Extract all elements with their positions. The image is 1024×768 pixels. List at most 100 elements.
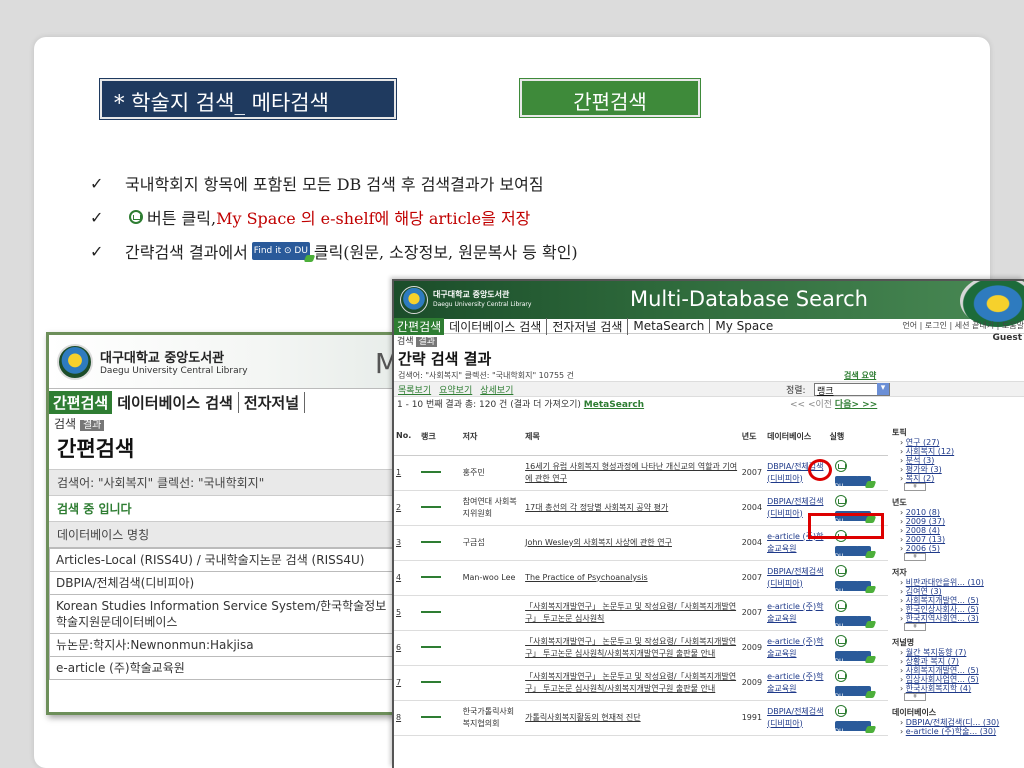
title-link[interactable]: 17대 총선의 각 정당별 사회복지 공약 평가	[523, 490, 740, 526]
utility-links[interactable]: 언어 | 로그인 | 세션 끝내기 | 도움말	[902, 320, 1024, 331]
facet-link[interactable]: 2007 (13)	[906, 535, 945, 544]
facet-link[interactable]: 복지 (2)	[906, 474, 935, 483]
page-title: 간략 검색 결과	[398, 350, 492, 368]
database-link[interactable]: e-article (주)학술교육원	[765, 595, 828, 631]
search-summary-link[interactable]: 검색 요약	[844, 370, 876, 381]
facet-item[interactable]: › 비판과대안을위... (10)	[892, 578, 1024, 587]
facet-link[interactable]: 2008 (4)	[906, 526, 940, 535]
facet-link[interactable]: 2010 (8)	[906, 508, 940, 517]
title-link[interactable]: 가톨릭사회복지활동의 현재적 진단	[523, 700, 740, 736]
find-it-button[interactable]: Find it ⊙ DU	[834, 716, 871, 735]
tab-simple-search[interactable]: 간편검색	[394, 317, 445, 335]
facet-link[interactable]: 비판과대안을위... (10)	[906, 578, 984, 587]
title-link[interactable]: 「사회복지개발연구」 논문투고 및 작성요령/「사회복지개발연구」 투고논문 심…	[523, 595, 740, 631]
row-number[interactable]: 4	[394, 560, 419, 596]
find-it-button[interactable]: Find it ⊙ DU	[834, 646, 871, 665]
database-link[interactable]: e-article (주)학술교육원	[765, 665, 828, 701]
facet-link[interactable]: 한국인상사회사... (5)	[906, 605, 979, 614]
sub-search-link[interactable]: 검색	[397, 337, 414, 347]
facet-item[interactable]: › 분석 (3)	[892, 456, 1024, 465]
facet-item[interactable]: › 임상사회사업연... (5)	[892, 675, 1024, 684]
facet-item[interactable]: › 사회복지개발연... (5)	[892, 666, 1024, 675]
facet-link[interactable]: 김여연 (3)	[906, 587, 942, 596]
facet-link[interactable]: 월간 복지동향 (7)	[906, 648, 967, 657]
facet-item[interactable]: › 월간 복지동향 (7)	[892, 648, 1024, 657]
sort-select[interactable]: 랭크	[814, 383, 890, 397]
facet-link[interactable]: 2006 (5)	[906, 544, 940, 553]
facet-item[interactable]: › 한국지역사회연... (3)	[892, 614, 1024, 623]
sub-result-link[interactable]: 결과	[416, 337, 437, 347]
tab-database-search[interactable]: 데이터베이스 검색	[444, 317, 548, 335]
facet-item[interactable]: › 한국사회복지학 (4)	[892, 684, 1024, 693]
facet-item[interactable]: › 연구 (27)	[892, 438, 1024, 447]
facet-item[interactable]: › 상황과 복지 (7)	[892, 657, 1024, 666]
facet-item[interactable]: › 2010 (8)	[892, 508, 1024, 517]
sub-result-link[interactable]: 결과	[79, 420, 105, 431]
facet-more-button[interactable]: ¥	[904, 623, 926, 631]
find-it-button[interactable]: Find it ⊙ DU	[834, 611, 871, 630]
facet-item[interactable]: › 사회복지개발연... (5)	[892, 596, 1024, 605]
facet-link[interactable]: 분석 (3)	[906, 456, 935, 465]
facet-item[interactable]: › 복지 (2)	[892, 474, 1024, 483]
tab-ejournal-search[interactable]: 전자저널 검색	[547, 317, 629, 335]
facet-item[interactable]: › 한국인상사회사... (5)	[892, 605, 1024, 614]
row-number[interactable]: 6	[394, 630, 419, 666]
prev-link[interactable]: << <이전	[790, 400, 832, 410]
database-link[interactable]: e-article (주)학술교육원	[765, 630, 828, 666]
facet-item[interactable]: › 김여연 (3)	[892, 587, 1024, 596]
find-it-button[interactable]: Find it ⊙ DU	[834, 471, 871, 490]
facet-item[interactable]: › 2006 (5)	[892, 544, 1024, 553]
facet-link[interactable]: 연구 (27)	[906, 438, 940, 447]
facet-more-button[interactable]: ¥	[904, 693, 926, 701]
db-item: Articles-Local (RISS4U) / 국내학술지논문 검색 (RI…	[50, 548, 402, 571]
facet-item[interactable]: › e-article (주)학술... (30)	[892, 727, 1024, 736]
facet-link[interactable]: 임상사회사업연... (5)	[906, 675, 979, 684]
title-link[interactable]: John Wesley의 사회복지 사상에 관한 연구	[523, 525, 740, 561]
find-it-button[interactable]: Find it ⊙ DU	[834, 681, 871, 700]
facet-link[interactable]: 2009 (37)	[906, 517, 945, 526]
facet-link[interactable]: e-article (주)학술... (30)	[906, 727, 996, 736]
facet-link[interactable]: DBPIA/전체검색(디... (30)	[906, 718, 1000, 727]
title-link[interactable]: 「사회복지개발연구」 논문투고 및 작성요령/「사회복지개발연구」 투고논문 심…	[523, 630, 740, 666]
row-number[interactable]: 5	[394, 595, 419, 631]
find-it-button[interactable]: Find it ⊙ DU	[834, 576, 871, 595]
tab-simple-search[interactable]: 간편검색	[49, 390, 113, 414]
tab-list-view[interactable]: 목록보기	[398, 383, 431, 396]
action-cell: Find it ⊙ DU	[827, 630, 888, 666]
row-number[interactable]: 2	[394, 490, 419, 526]
tab-detail-view[interactable]: 상세보기	[480, 383, 513, 396]
facet-item[interactable]: › 2007 (13)	[892, 535, 1024, 544]
title-link[interactable]: 16세기 유럽 사회복지 형성과정에 나타난 개신교의 역할과 기여에 관한 연…	[523, 455, 740, 491]
sub-search-link[interactable]: 검색	[54, 417, 76, 431]
tab-summary-view[interactable]: 요약보기	[439, 383, 472, 396]
next-link[interactable]: 다음> >>	[835, 400, 877, 410]
database-link[interactable]: DBPIA/전체검색(디비피아)	[765, 700, 828, 736]
facet-item[interactable]: › DBPIA/전체검색(디... (30)	[892, 718, 1024, 727]
facet-item[interactable]: › 평가와 (3)	[892, 465, 1024, 474]
tab-ejournal[interactable]: 전자저널	[239, 391, 306, 413]
row-number[interactable]: 3	[394, 525, 419, 561]
title-link[interactable]: The Practice of Psychoanalysis	[523, 560, 740, 596]
facet-item[interactable]: › 2008 (4)	[892, 526, 1024, 535]
metasearch-link[interactable]: MetaSearch	[584, 400, 644, 410]
facet-link[interactable]: 사회복지개발연... (5)	[906, 596, 979, 605]
row-number[interactable]: 1	[394, 455, 419, 491]
database-link[interactable]: DBPIA/전체검색(디비피아)	[765, 560, 828, 596]
facet-link[interactable]: 사회복지 (12)	[906, 447, 954, 456]
tab-database-search[interactable]: 데이터베이스 검색	[112, 391, 239, 413]
facet-link[interactable]: 한국지역사회연... (3)	[906, 614, 979, 623]
facet-link[interactable]: 평가와 (3)	[906, 465, 942, 474]
facet-link[interactable]: 사회복지개발연... (5)	[906, 666, 979, 675]
find-it-button[interactable]: Find it ⊙ DU	[834, 541, 871, 560]
facet-more-button[interactable]: ¥	[904, 483, 926, 491]
tab-my-space[interactable]: My Space	[710, 319, 778, 333]
facet-item[interactable]: › 사회복지 (12)	[892, 447, 1024, 456]
title-link[interactable]: 「사회복지개발연구」 논문투고 및 작성요령/「사회복지개발연구」 투고논문 심…	[523, 665, 740, 701]
facet-link[interactable]: 상황과 복지 (7)	[906, 657, 959, 666]
row-number[interactable]: 7	[394, 665, 419, 701]
tab-metasearch[interactable]: MetaSearch	[628, 319, 711, 333]
facet-more-button[interactable]: ¥	[904, 553, 926, 561]
facet-link[interactable]: 한국사회복지학 (4)	[906, 684, 971, 693]
facet-item[interactable]: › 2009 (37)	[892, 517, 1024, 526]
row-number[interactable]: 8	[394, 700, 419, 736]
